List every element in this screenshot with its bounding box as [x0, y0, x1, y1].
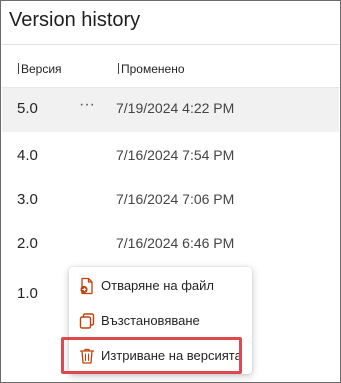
title-divider — [2, 44, 339, 45]
menu-item-delete-version[interactable]: Изтриване на версията — [69, 341, 252, 371]
more-options-button[interactable]: ··· — [75, 94, 99, 118]
modified-date: 7/16/2024 7:54 PM — [116, 147, 235, 163]
menu-item-restore-label: Възстановяване — [101, 313, 200, 328]
version-row[interactable]: 4.0 7/16/2024 7:54 PM — [2, 135, 339, 179]
version-row[interactable]: 2.0 7/16/2024 6:46 PM — [2, 223, 339, 267]
version-number: 5.0 — [17, 100, 38, 117]
column-resize-handle[interactable] — [18, 63, 19, 74]
modified-date: 7/19/2024 4:22 PM — [116, 100, 235, 116]
version-row[interactable]: 5.0 ··· 7/19/2024 4:22 PM — [2, 88, 339, 132]
column-resize-handle[interactable] — [118, 63, 119, 74]
panel-title: Version history — [9, 9, 141, 31]
version-number: 2.0 — [17, 235, 38, 252]
open-file-icon — [79, 277, 95, 295]
column-header-modified[interactable]: Променено — [118, 62, 185, 76]
context-menu: Отваряне на файл Възстановяване Изтриван… — [69, 267, 252, 374]
restore-icon — [79, 312, 95, 330]
column-header-modified-label: Променено — [121, 62, 185, 76]
column-header-version[interactable]: Версия — [18, 62, 62, 76]
version-number: 4.0 — [17, 147, 38, 164]
version-number: 1.0 — [17, 285, 38, 302]
modified-date: 7/16/2024 6:46 PM — [116, 235, 235, 251]
trash-icon — [79, 347, 95, 365]
version-number: 3.0 — [17, 191, 38, 208]
menu-item-restore[interactable]: Възстановяване — [69, 306, 252, 336]
modified-date: 7/16/2024 7:06 PM — [116, 191, 235, 207]
column-header-version-label: Версия — [21, 62, 62, 76]
version-history-panel: Version history Версия Променено 5.0 ···… — [0, 0, 341, 383]
menu-item-delete-version-label: Изтриване на версията — [101, 348, 242, 363]
version-row[interactable]: 3.0 7/16/2024 7:06 PM — [2, 179, 339, 223]
menu-item-open-file[interactable]: Отваряне на файл — [69, 271, 252, 301]
menu-item-open-file-label: Отваряне на файл — [101, 278, 214, 293]
